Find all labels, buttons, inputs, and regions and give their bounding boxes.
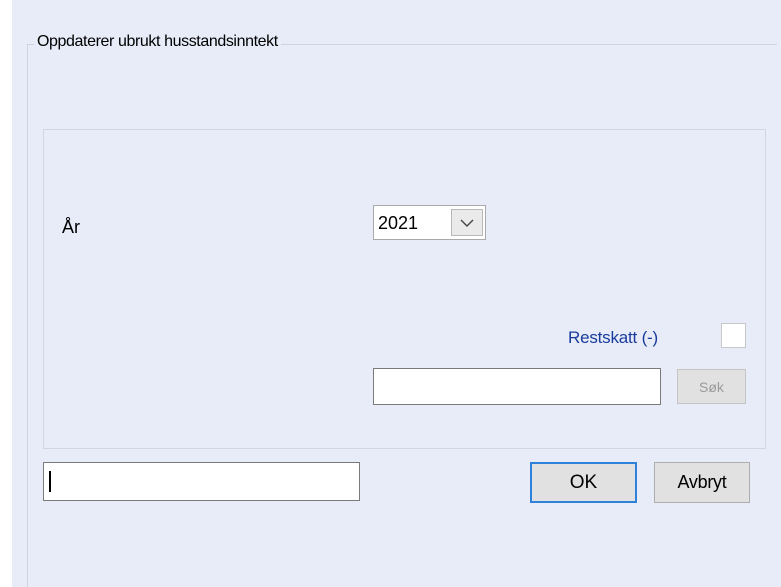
search-input[interactable] xyxy=(373,368,661,405)
year-combobox[interactable]: 2021 xyxy=(373,205,486,240)
text-caret xyxy=(49,471,51,492)
year-label: År xyxy=(62,217,80,237)
restskatt-checkbox[interactable] xyxy=(721,323,746,348)
cancel-button[interactable]: Avbryt xyxy=(654,462,750,503)
bottom-text-input[interactable] xyxy=(43,462,360,501)
year-combobox-button[interactable] xyxy=(451,209,483,236)
search-button[interactable]: Søk xyxy=(677,369,746,404)
restskatt-label: Restskatt (-) xyxy=(568,328,658,347)
groupbox-title: Oppdaterer ubrukt husstandsinntekt xyxy=(34,32,281,52)
year-combobox-value: 2021 xyxy=(378,213,419,233)
ok-button[interactable]: OK xyxy=(530,462,637,503)
chevron-down-icon xyxy=(460,219,474,227)
